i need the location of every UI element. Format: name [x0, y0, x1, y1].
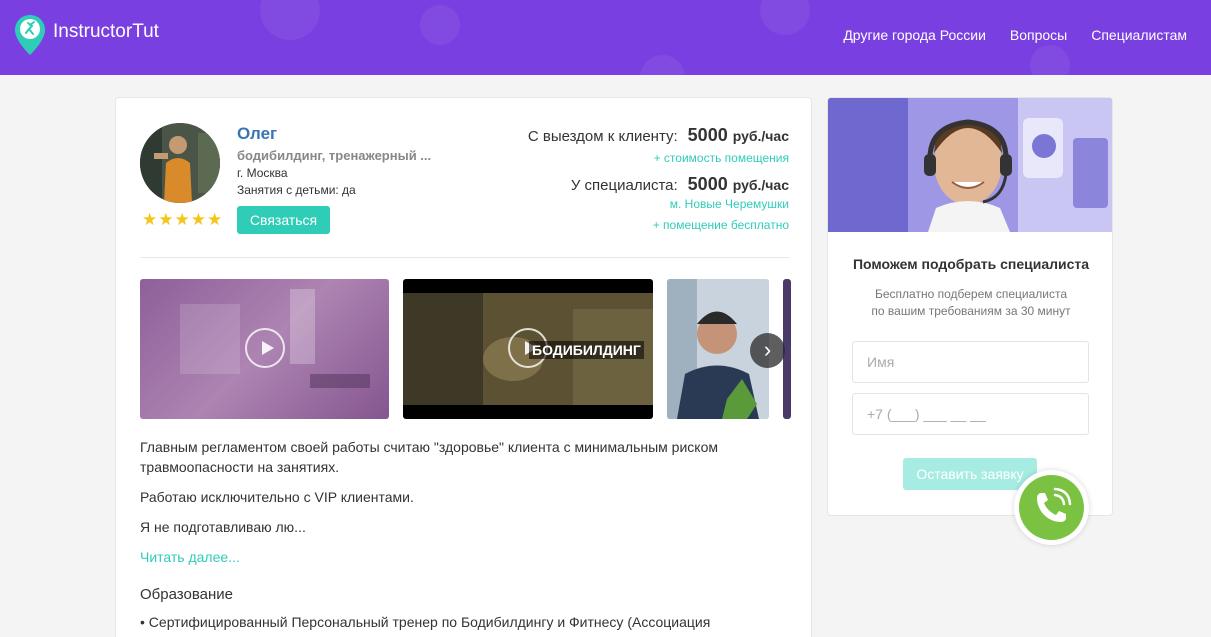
education-title: Образование: [140, 586, 233, 603]
price-own-value: 5000: [687, 174, 728, 194]
sidebar-title: Поможем подобрать специалиста: [852, 256, 1090, 272]
star-icon: ★: [207, 210, 223, 229]
logo-text: InstructorTut: [53, 21, 159, 42]
request-sidebar: Поможем подобрать специалиста Бесплатно …: [827, 97, 1113, 516]
video-thumbnail-1[interactable]: [140, 279, 389, 419]
price-visit: С выездом к клиенту: 5000 руб./час: [528, 125, 789, 146]
contact-button[interactable]: Связаться: [237, 206, 330, 234]
price-own-label: У специалиста:: [570, 177, 678, 194]
header-decoration: [1030, 45, 1070, 75]
header-decoration: [420, 5, 460, 45]
header-decoration: [260, 0, 320, 40]
chevron-right-icon[interactable]: ›: [750, 333, 785, 368]
price-own-note: + помещение бесплатно: [652, 218, 789, 232]
sidebar-subtitle-line-2: по вашим требованиям за 30 минут: [871, 304, 1071, 318]
name-input[interactable]: [852, 341, 1089, 383]
video-thumbnail-2[interactable]: БОДИБИЛДИНГ: [403, 279, 653, 419]
video-caption: БОДИБИЛДИНГ: [529, 341, 644, 359]
support-operator-image: [828, 98, 1112, 232]
header-decoration: [640, 55, 685, 75]
sidebar-subtitle: Бесплатно подберем специалиста по вашим …: [828, 286, 1112, 320]
star-icon: ★: [158, 210, 174, 229]
site-logo[interactable]: InstructorTut: [14, 14, 159, 56]
nav-questions[interactable]: Вопросы: [1010, 27, 1067, 43]
sidebar-subtitle-line-1: Бесплатно подберем специалиста: [874, 287, 1067, 301]
price-visit-note: + стоимость помещения: [653, 151, 789, 165]
nav-other-cities[interactable]: Другие города России: [843, 27, 986, 43]
price-own-unit: руб./час: [732, 177, 789, 193]
profile-card: ★ ★ ★ ★ ★ Олег бодибилдинг, тренажерный …: [115, 97, 812, 637]
kids-info: Занятия с детьми: да: [237, 183, 356, 197]
read-more-link[interactable]: Читать далее...: [140, 549, 240, 565]
rating-stars: ★ ★ ★ ★ ★: [142, 211, 223, 228]
phone-icon: [1019, 475, 1084, 540]
star-icon: ★: [190, 210, 206, 229]
price-visit-unit: руб./час: [732, 128, 789, 144]
phone-input[interactable]: [852, 393, 1089, 435]
price-visit-value: 5000: [687, 125, 728, 145]
metro-station[interactable]: м. Новые Черемушки: [670, 197, 789, 211]
divider: [140, 257, 790, 258]
specialist-name[interactable]: Олег: [237, 124, 277, 144]
price-own: У специалиста: 5000 руб./час: [571, 174, 789, 195]
description-paragraph-1: Главным регламентом своей работы считаю …: [140, 439, 718, 475]
description-paragraph-3: Я не подготавливаю лю...: [140, 519, 306, 535]
nav-specialists[interactable]: Специалистам: [1091, 27, 1187, 43]
header-decoration: [760, 0, 810, 35]
callback-button[interactable]: [1014, 470, 1089, 545]
description-paragraph-2: Работаю исключительно с VIP клиентами.: [140, 489, 414, 505]
avatar[interactable]: [140, 123, 220, 203]
submit-request-button[interactable]: Оставить заявку: [903, 458, 1037, 490]
play-icon[interactable]: [245, 328, 285, 368]
city: г. Москва: [237, 166, 288, 180]
price-visit-label: С выездом к клиенту:: [527, 128, 678, 145]
star-icon: ★: [174, 210, 190, 229]
education-item: • Сертифицированный Персональный тренер …: [140, 614, 711, 630]
top-nav: Другие города России Вопросы Специалиста…: [819, 27, 1187, 43]
logo-pin-icon: [14, 14, 46, 56]
site-header: InstructorTut Другие города России Вопро…: [0, 0, 1211, 75]
specialization: бодибилдинг, тренажерный ...: [237, 148, 432, 163]
star-icon: ★: [142, 210, 158, 229]
